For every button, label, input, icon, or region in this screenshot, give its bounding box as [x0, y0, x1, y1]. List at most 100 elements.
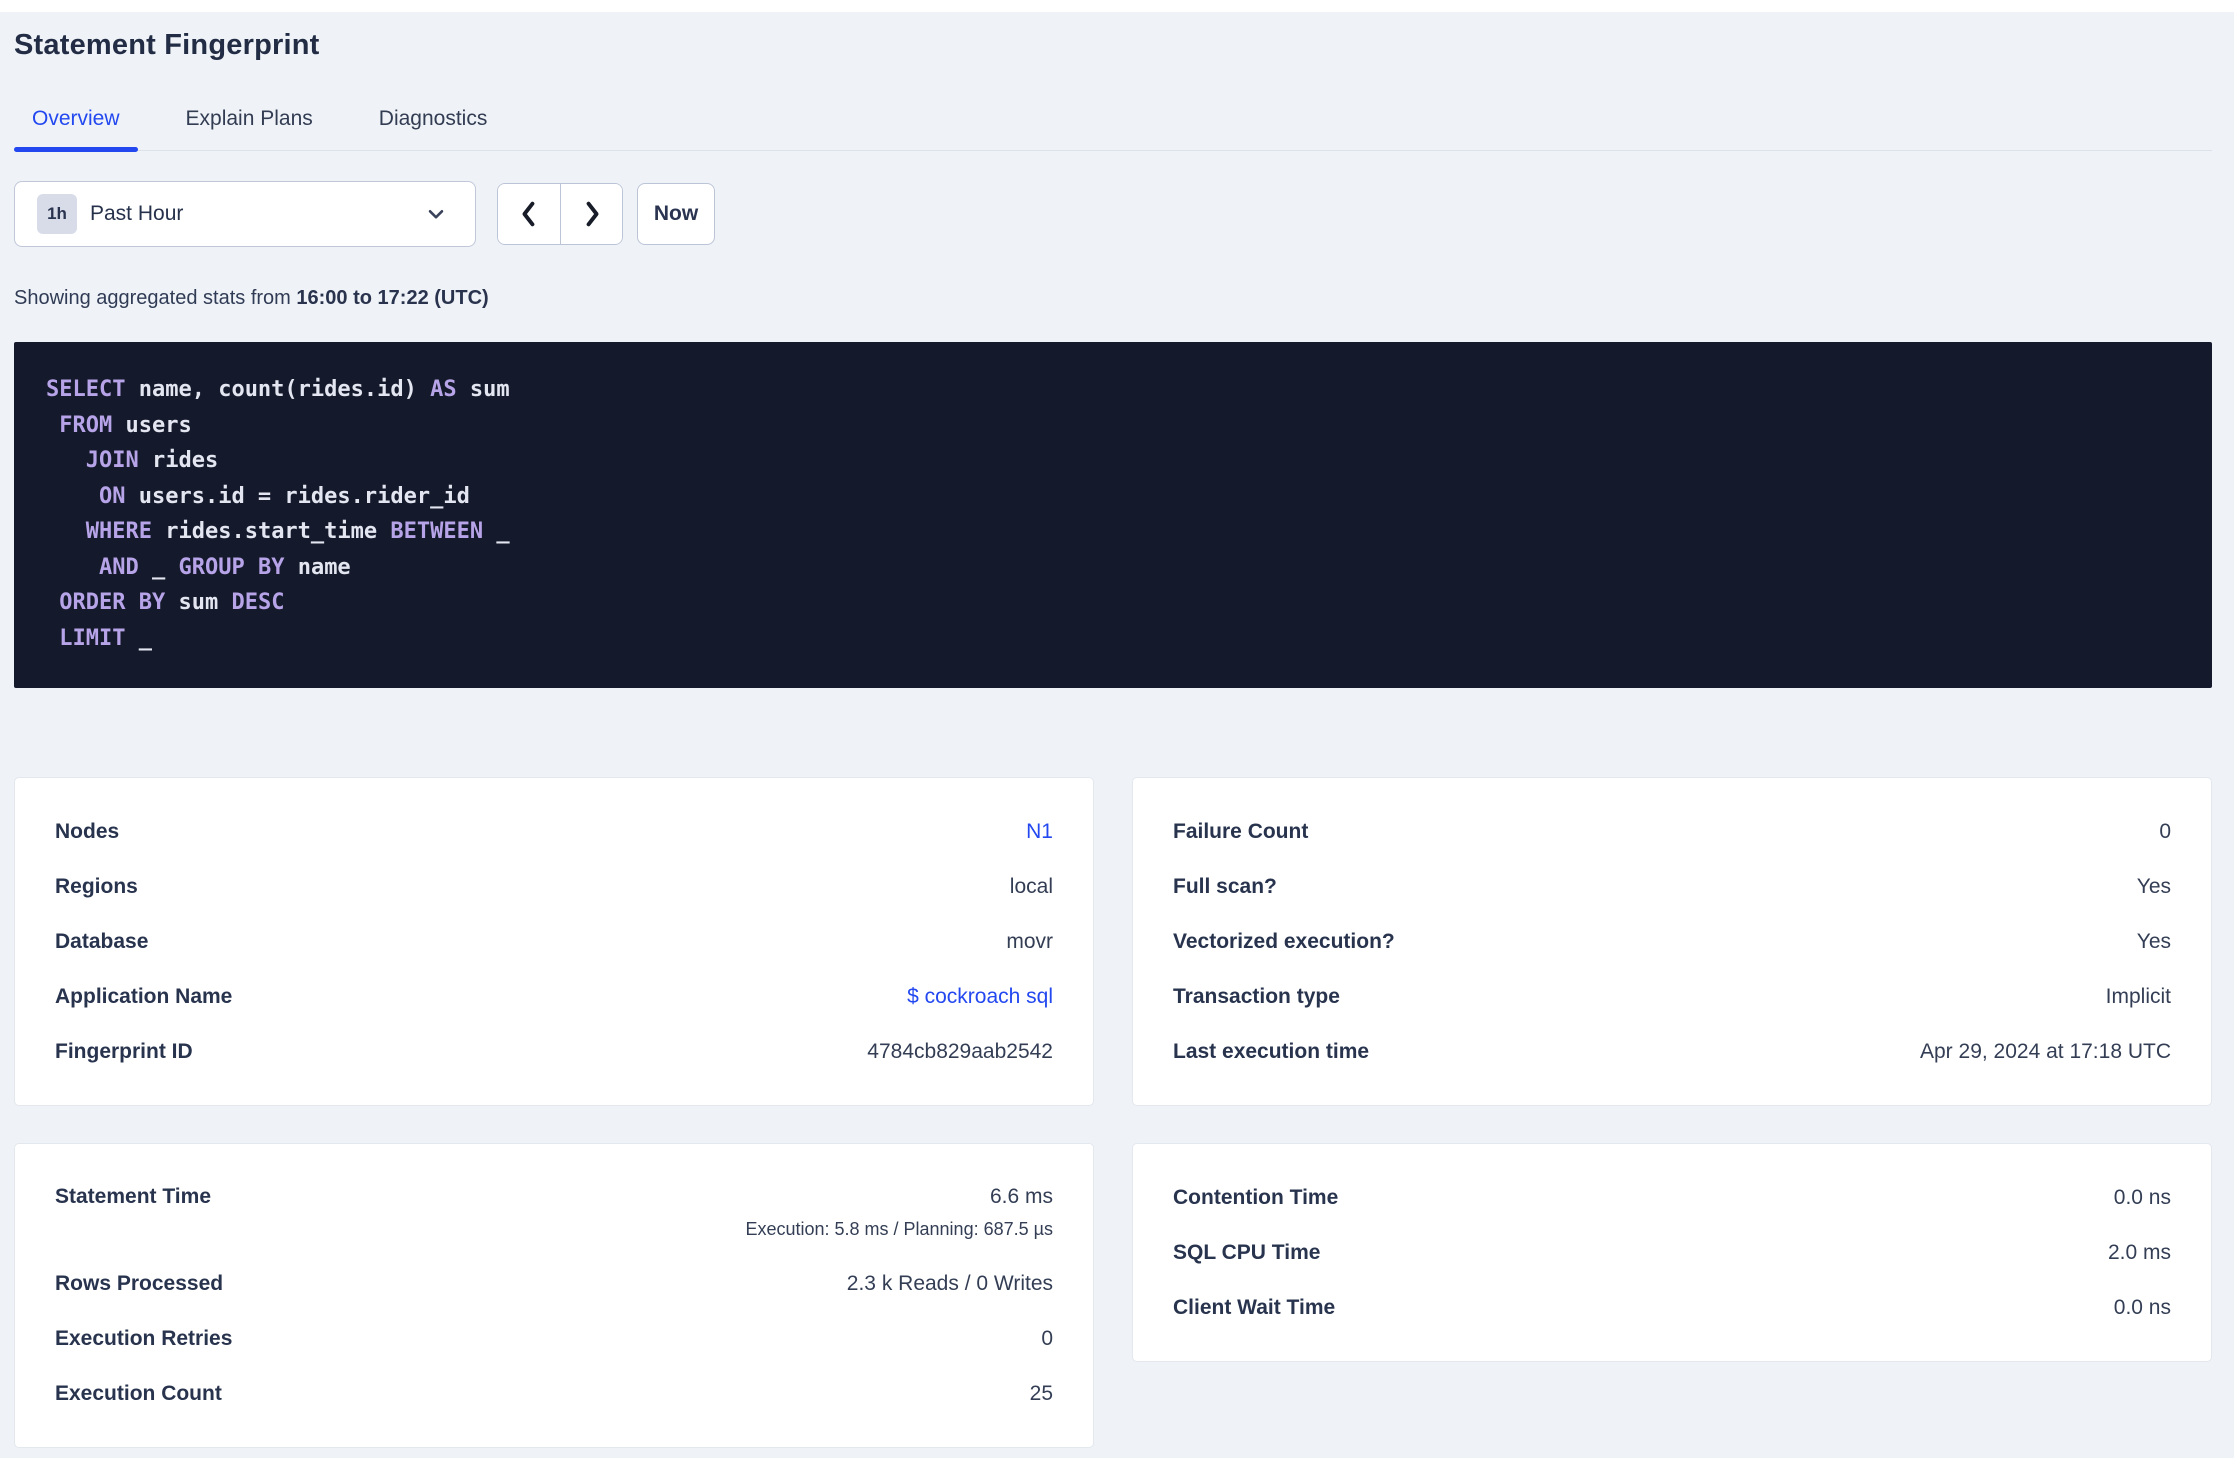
- aggregated-stats-note: Showing aggregated stats from 16:00 to 1…: [14, 286, 2212, 310]
- sql-text: users: [112, 412, 192, 438]
- sql-statement-box: SELECT name, count(rides.id) AS sum FROM…: [14, 342, 2212, 688]
- stat-label: Statement Time: [55, 1185, 211, 1208]
- stat-row-execution-count: Execution Count 25: [55, 1366, 1053, 1421]
- sql-keyword: WHERE: [85, 519, 152, 544]
- node-link[interactable]: N1: [1026, 819, 1053, 845]
- statement-fingerprint-page: Statement Fingerprint Overview Explain P…: [14, 28, 2212, 1448]
- sql-text: _: [125, 625, 152, 651]
- sql-keyword: GROUP BY: [178, 554, 285, 580]
- stat-row-sql-cpu-time: SQL CPU Time 2.0 ms: [1173, 1225, 2171, 1280]
- execution-attributes-card: Failure Count 0 Full scan? Yes Vectorize…: [1132, 777, 2212, 1106]
- stat-value: local: [1009, 874, 1053, 898]
- page-title: Statement Fingerprint: [14, 29, 320, 61]
- stat-label: Execution Count: [55, 1381, 222, 1405]
- chevron-left-icon: [515, 198, 543, 230]
- tab-bar: Overview Explain Plans Diagnostics: [14, 96, 2212, 152]
- app-name-link[interactable]: $ cockroach sql: [907, 984, 1053, 1010]
- sql-line: AND _ GROUP BY name: [46, 550, 2180, 586]
- stat-row-regions: Regions local: [55, 859, 1053, 914]
- stat-row-full-scan: Full scan? Yes: [1173, 859, 2171, 914]
- sql-text: _: [138, 554, 179, 580]
- stat-value: 0.0 ns: [2113, 1185, 2171, 1209]
- sql-keyword: ORDER BY: [59, 590, 166, 615]
- stat-cards-grid: Nodes N1 Regions local Database movr App…: [14, 777, 2212, 1448]
- statement-details-card: Nodes N1 Regions local Database movr App…: [14, 777, 1094, 1106]
- stat-row-execution-retries: Execution Retries 0: [55, 1311, 1053, 1366]
- top-strip: [0, 0, 2234, 12]
- stat-label: Regions: [55, 874, 138, 898]
- stat-row-rows-processed: Rows Processed 2.3 k Reads / 0 Writes: [55, 1256, 1053, 1311]
- stat-label: Application Name: [55, 984, 233, 1008]
- stat-value: movr: [1006, 929, 1053, 953]
- stat-row-transaction-type: Transaction type Implicit: [1173, 969, 2171, 1024]
- sql-line: ON users.id = rides.rider_id: [46, 479, 2180, 515]
- sql-line: JOIN rides: [46, 443, 2180, 479]
- statement-times-card: Statement Time 6.6 ms Execution: 5.8 ms …: [14, 1143, 1094, 1448]
- sql-keyword: SELECT: [46, 377, 126, 402]
- stat-value: 0: [2159, 819, 2171, 843]
- stat-row-fingerprint-id: Fingerprint ID 4784cb829aab2542: [55, 1024, 1053, 1079]
- stat-label: Vectorized execution?: [1173, 929, 1395, 953]
- sql-line: LIMIT _: [46, 621, 2180, 657]
- stat-row-contention-time: Contention Time 0.0 ns: [1173, 1170, 2171, 1225]
- stat-label: Contention Time: [1173, 1185, 1339, 1209]
- time-pager: [497, 183, 623, 245]
- stat-row-client-wait-time: Client Wait Time 0.0 ns: [1173, 1280, 2171, 1335]
- chevron-down-icon: [423, 201, 449, 227]
- sql-text: rides: [138, 448, 219, 473]
- sql-text: name, count(rides.id): [125, 377, 431, 402]
- stat-label: Failure Count: [1173, 819, 1309, 843]
- stat-label: Last execution time: [1173, 1039, 1370, 1063]
- prev-time-button[interactable]: [498, 184, 560, 244]
- sql-line: ORDER BY sum DESC: [46, 585, 2180, 621]
- sql-keyword: FROM: [59, 412, 113, 438]
- time-range-dropdown[interactable]: 1h Past Hour: [14, 181, 476, 247]
- stat-label: Rows Processed: [55, 1271, 224, 1295]
- sql-code: SELECT name, count(rides.id) AS sum FROM…: [46, 372, 2180, 656]
- stat-row-last-execution: Last execution time Apr 29, 2024 at 17:1…: [1173, 1024, 2171, 1079]
- stat-label: Fingerprint ID: [55, 1039, 193, 1063]
- stat-value: Yes: [2136, 929, 2171, 953]
- stat-label: Nodes: [55, 819, 120, 843]
- stat-value: 2.0 ms: [2107, 1240, 2171, 1264]
- stat-row-database: Database movr: [55, 914, 1053, 969]
- now-button[interactable]: Now: [637, 183, 715, 245]
- stat-label: Client Wait Time: [1173, 1295, 1336, 1319]
- stat-value: 0: [1041, 1326, 1053, 1350]
- stat-value: 6.6 ms: [989, 1185, 1053, 1208]
- sql-text: sum: [456, 377, 510, 402]
- sql-keyword: AND: [98, 554, 139, 580]
- sql-text: users.id = rides.rider_id: [125, 483, 470, 509]
- sql-keyword: ON: [98, 483, 126, 509]
- stat-subvalue: Execution: 5.8 ms / Planning: 687.5 µs: [745, 1219, 1053, 1239]
- stat-value: 2.3 k Reads / 0 Writes: [846, 1271, 1053, 1295]
- time-range-badge: 1h: [37, 194, 77, 234]
- sql-line: SELECT name, count(rides.id) AS sum: [46, 372, 2180, 408]
- stat-row-application-name: Application Name $ cockroach sql: [55, 969, 1053, 1024]
- tab-explain-plans[interactable]: Explain Plans: [168, 96, 331, 150]
- stat-label: SQL CPU Time: [1173, 1240, 1321, 1264]
- sql-text: rides.start_time: [151, 519, 391, 544]
- next-time-button[interactable]: [560, 184, 622, 244]
- stat-label: Full scan?: [1173, 874, 1277, 898]
- sql-text: sum: [165, 590, 232, 615]
- sql-text: _: [483, 519, 510, 544]
- stat-row-failure-count: Failure Count 0: [1173, 804, 2171, 859]
- sql-line: WHERE rides.start_time BETWEEN _: [46, 514, 2180, 550]
- stat-row-vectorized: Vectorized execution? Yes: [1173, 914, 2171, 969]
- tab-overview[interactable]: Overview: [14, 96, 138, 152]
- stat-value: Implicit: [2105, 984, 2171, 1008]
- stat-value: Apr 29, 2024 at 17:18 UTC: [1920, 1039, 2171, 1063]
- sql-keyword: LIMIT: [59, 625, 126, 651]
- stat-label: Execution Retries: [55, 1326, 233, 1350]
- stat-value: 25: [1029, 1381, 1053, 1405]
- tab-diagnostics[interactable]: Diagnostics: [361, 96, 506, 150]
- sql-text: name: [284, 554, 351, 580]
